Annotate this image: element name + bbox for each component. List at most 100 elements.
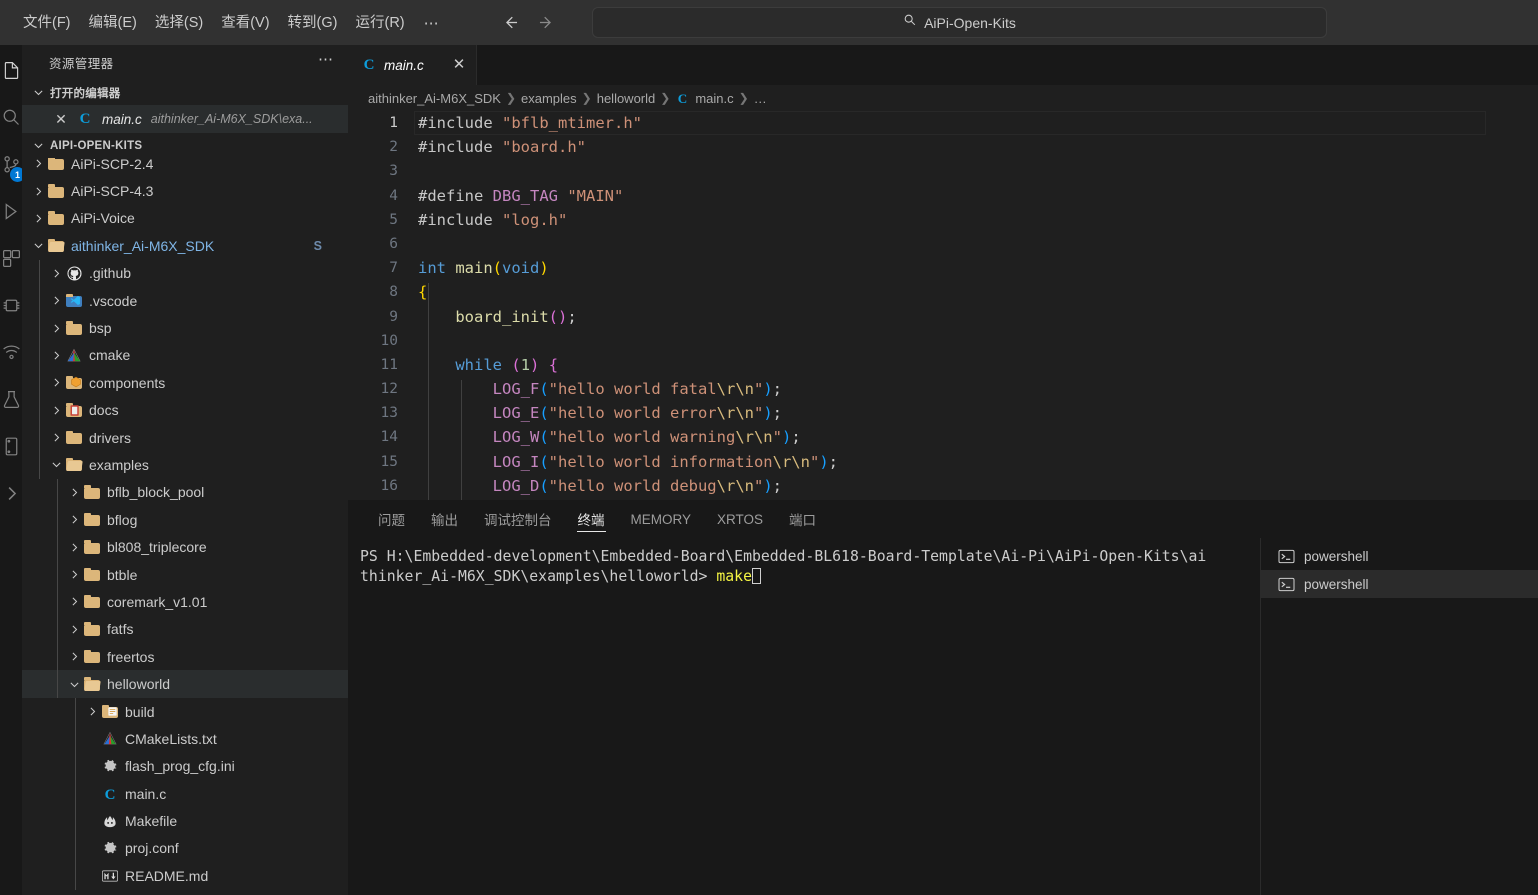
breadcrumb-item-2[interactable]: helloworld [597,91,656,106]
chevron-right-icon[interactable] [66,512,82,528]
menu-run[interactable]: 运行(R) [346,10,413,36]
chevron-right-icon[interactable] [48,265,64,281]
breadcrumb-item-4[interactable]: … [754,91,767,106]
chevron-right-icon[interactable] [30,210,46,226]
menu-view[interactable]: 查看(V) [212,10,278,36]
tree-row[interactable]: components [22,369,348,396]
terminal-output[interactable]: PS H:\Embedded-development\Embedded-Boar… [348,538,1260,895]
tree-row[interactable]: flash_prog_cfg.ini [22,753,348,780]
tree-row[interactable]: bflog [22,506,348,533]
code-line[interactable]: 3 [348,159,1538,183]
tree-row[interactable]: cmake [22,342,348,369]
code-line[interactable]: 1 #include "bflb_mtimer.h" [348,111,1538,136]
code-line[interactable]: 7 int main(void) [348,256,1538,280]
tree-row[interactable]: AiPi-SCP-4.3 [22,177,348,204]
breadcrumb-item-0[interactable]: aithinker_Ai-M6X_SDK [368,91,501,106]
tree-row[interactable]: .github [22,260,348,287]
terminal-list-item[interactable]: powershell [1261,570,1538,598]
code-line[interactable]: 14 LOG_W("hello world warning\r\n"); [348,425,1538,449]
code-line[interactable]: 10 [348,329,1538,353]
panel-tab[interactable]: 输出 [418,500,471,538]
code-line[interactable]: 16 LOG_D("hello world debug\r\n"); [348,474,1538,498]
menu-edit[interactable]: 编辑(E) [80,10,146,36]
code-line[interactable]: 6 [348,232,1538,256]
panel-tab[interactable]: 终端 [565,500,618,538]
code-editor[interactable]: 1 #include "bflb_mtimer.h" 2 #include "boar… [348,111,1538,500]
chevron-right-icon[interactable] [48,320,64,336]
tab-main-c[interactable]: C main.c ✕ [348,45,478,85]
tree-row[interactable]: drivers [22,424,348,451]
terminal-list-item[interactable]: powershell [1261,542,1538,570]
chevron-down-icon[interactable] [30,238,46,254]
activity-extensions[interactable] [0,237,22,284]
chevron-right-icon[interactable] [48,430,64,446]
back-button[interactable] [498,10,524,36]
activity-serial-monitor[interactable] [0,425,22,472]
tree-row[interactable]: README.md [22,862,348,889]
panel-tab[interactable]: MEMORY [618,500,705,538]
code-line[interactable]: 8{ [348,280,1538,304]
activity-source-control[interactable]: 1 [0,143,22,190]
panel-tab[interactable]: 问题 [365,500,418,538]
tree-row[interactable]: helloworld [22,670,348,698]
chevron-right-icon[interactable] [48,375,64,391]
chevron-right-icon[interactable] [84,704,100,720]
chevron-right-icon[interactable] [48,347,64,363]
tree-row[interactable]: proj.conf [22,835,348,862]
chevron-right-icon[interactable] [66,621,82,637]
tree-row[interactable]: examples [22,451,348,478]
menu-selection[interactable]: 选择(S) [146,10,212,36]
tree-row[interactable]: bl808_triplecore [22,533,348,560]
panel-tab[interactable]: 端口 [776,500,829,538]
code-line[interactable]: 5 #include "log.h" [348,208,1538,232]
code-line[interactable]: 11 while (1) { [348,353,1538,377]
tree-row[interactable]: aithinker_Ai-M6X_SDK S [22,232,348,259]
command-center-search[interactable]: AiPi-Open-Kits [592,7,1327,38]
section-open-editors[interactable]: 打开的编辑器 [22,80,348,105]
activity-test[interactable] [0,378,22,425]
activity-more-views[interactable] [0,472,22,519]
menu-more-button[interactable]: ⋯ [414,12,450,34]
open-editor-item[interactable]: ✕ C main.c aithinker_Ai-M6X_SDK\exa... [22,105,348,133]
chevron-down-icon[interactable] [66,676,82,692]
breadcrumb-item-3[interactable]: main.c [695,91,733,106]
chevron-right-icon[interactable] [30,158,46,172]
tree-row[interactable]: btble [22,561,348,588]
tree-row[interactable]: docs [22,397,348,424]
close-icon[interactable]: ✕ [453,57,466,72]
code-line[interactable]: 2 #include "board.h" [348,135,1538,159]
activity-explorer[interactable] [0,49,22,96]
chevron-right-icon[interactable] [48,402,64,418]
activity-search[interactable] [0,96,22,143]
tree-row[interactable]: Makefile [22,807,348,834]
tree-row[interactable]: Cmain.c [22,780,348,807]
menu-go[interactable]: 转到(G) [279,10,347,36]
tree-row[interactable]: freertos [22,643,348,670]
chevron-right-icon[interactable] [66,539,82,555]
code-line[interactable]: 12 LOG_F("hello world fatal\r\n"); [348,377,1538,401]
section-workspace[interactable]: AIPI-OPEN-KITS [22,133,348,158]
chevron-right-icon[interactable] [66,649,82,665]
tree-row[interactable]: .vscode [22,287,348,314]
chevron-right-icon[interactable] [66,484,82,500]
chevron-right-icon[interactable] [66,594,82,610]
panel-tab[interactable]: XRTOS [704,500,776,538]
breadcrumb-item-1[interactable]: examples [521,91,577,106]
tree-row[interactable]: bflb_block_pool [22,479,348,506]
close-icon[interactable]: ✕ [52,111,70,128]
menu-file[interactable]: 文件(F) [14,10,80,36]
chevron-right-icon[interactable] [30,183,46,199]
activity-remote[interactable] [0,331,22,378]
tree-row[interactable]: build [22,698,348,725]
code-line[interactable]: 4 #define DBG_TAG "MAIN" [348,184,1538,208]
code-line[interactable]: 15 LOG_I("hello world information\r\n"); [348,450,1538,474]
activity-run-debug[interactable] [0,190,22,237]
code-line[interactable]: 9 board_init(); [348,305,1538,329]
tree-row[interactable]: CMakeLists.txt [22,725,348,752]
panel-tab[interactable]: 调试控制台 [471,500,565,538]
forward-button[interactable] [534,10,560,36]
chevron-right-icon[interactable] [48,293,64,309]
tree-row[interactable]: AiPi-Voice [22,205,348,232]
chevron-down-icon[interactable] [48,457,64,473]
tree-row[interactable]: AiPi-SCP-2.4 [22,158,348,177]
